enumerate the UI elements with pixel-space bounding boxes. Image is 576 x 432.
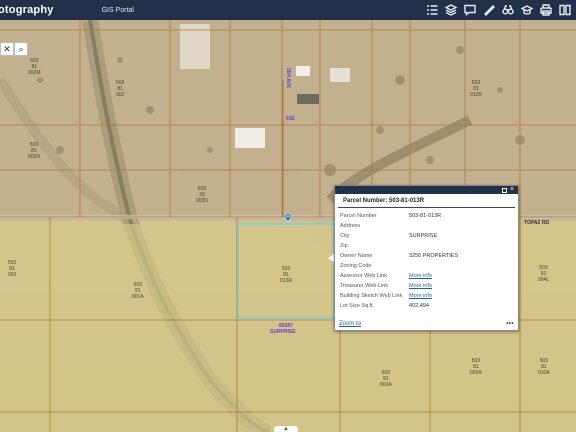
zoom-to-link[interactable]: Zoom to <box>339 321 361 327</box>
more-info-link[interactable]: More info <box>409 273 432 279</box>
education-icon[interactable] <box>520 3 534 17</box>
attribute-row: Treasurer Web Link More info <box>340 281 515 291</box>
attribute-key: Parcel Number <box>340 213 377 219</box>
portal-title: GIS Portal <box>101 6 134 14</box>
popup-footer: Zoom to ••• <box>339 321 514 327</box>
attribute-key: Zoning Code <box>340 263 372 269</box>
attribute-value: SURPRISE <box>409 233 438 239</box>
parcel-label: 503 81 002 <box>8 260 17 278</box>
attribute-key: Lot Size Sq.ft. <box>340 303 375 309</box>
comment-icon[interactable] <box>463 3 477 17</box>
toolbar <box>425 2 572 18</box>
layers-icon[interactable] <box>444 3 458 17</box>
app-title: otography <box>0 4 54 16</box>
search-widget: ✕ ⌕ <box>0 42 28 56</box>
parcel-label: 503 81 005A <box>470 358 482 376</box>
split-view-icon[interactable] <box>558 3 572 17</box>
popup-header: × <box>335 186 518 194</box>
app-header: otography GIS Portal <box>0 0 576 20</box>
attribute-key: Treasurer Web Link <box>340 283 388 289</box>
more-info-link[interactable]: More info <box>409 283 432 289</box>
road-label-right: TOPAZ RD <box>524 220 550 226</box>
attribute-row: Zip <box>340 241 515 251</box>
expand-panel-button[interactable]: ▲ <box>274 426 298 432</box>
parcel-label: 503 81 001A <box>132 282 144 300</box>
clear-search-button[interactable]: ✕ <box>0 42 14 56</box>
parcel-label: 503 81 012R <box>470 80 482 98</box>
attribute-key: City <box>340 233 350 239</box>
close-icon[interactable]: × <box>510 186 515 193</box>
attribute-row: Lot Size Sq.ft. 402,494 <box>340 301 515 311</box>
parcel-label: 503 81 002N <box>28 142 40 160</box>
attribute-row: Address <box>340 221 515 231</box>
attribute-key: Building Sketch Web Link <box>340 293 403 299</box>
more-actions-button[interactable]: ••• <box>506 321 514 327</box>
location-marker-icon[interactable] <box>285 213 291 222</box>
parcel-popup: × Parcel Number: 503-81-013R Parcel Numb… <box>334 185 519 331</box>
attribute-row: Building Sketch Web Link More info <box>340 291 515 301</box>
attribute-key: Owner Name <box>340 253 373 259</box>
binoculars-icon[interactable] <box>501 3 515 17</box>
parcel-label: 503 81 003A <box>380 370 392 388</box>
parcel-label: 503 81 002M <box>28 58 41 76</box>
popup-title: Parcel Number: 503-81-013R <box>338 194 515 208</box>
attribute-key: Zip <box>340 243 348 249</box>
parcel-label: 503 33 003D <box>196 186 208 204</box>
road-label-side: 3B4 AVE <box>285 67 292 89</box>
parcel-label-selected: 503 81 013R <box>280 266 292 284</box>
attribute-value: 3250 PROPERTIES <box>409 253 459 259</box>
attribute-table: Parcel Number 503-81-013R Address City SURPR… <box>340 211 515 311</box>
attribute-key: Address <box>340 223 361 229</box>
city-label: SURPRISE <box>270 329 296 335</box>
attribute-value: 402,494 <box>409 303 429 309</box>
parcel-label: 503 81 002 <box>116 80 125 98</box>
attribute-row: Assessor Web Link More info <box>340 271 515 281</box>
list-icon[interactable] <box>425 3 439 17</box>
road-label-top: 53E <box>286 116 295 122</box>
attribute-row: Zoning Code <box>340 261 515 271</box>
more-info-link[interactable]: More info <box>409 293 432 299</box>
attribute-key: Assessor Web Link <box>340 273 387 279</box>
attribute-value: 503-81-013R <box>409 213 442 219</box>
parcel-label: 503 81 004L <box>538 265 550 283</box>
search-button[interactable]: ⌕ <box>14 42 28 56</box>
print-icon[interactable] <box>539 3 553 17</box>
attribute-row: Parcel Number 503-81-013R <box>340 211 515 221</box>
dock-icon[interactable] <box>502 187 507 193</box>
parcel-label: 503 81 010A <box>538 358 550 376</box>
attribute-row: Owner Name 3250 PROPERTIES <box>340 251 515 261</box>
attribute-row: City SURPRISE <box>340 231 515 241</box>
measure-icon[interactable] <box>482 3 496 17</box>
